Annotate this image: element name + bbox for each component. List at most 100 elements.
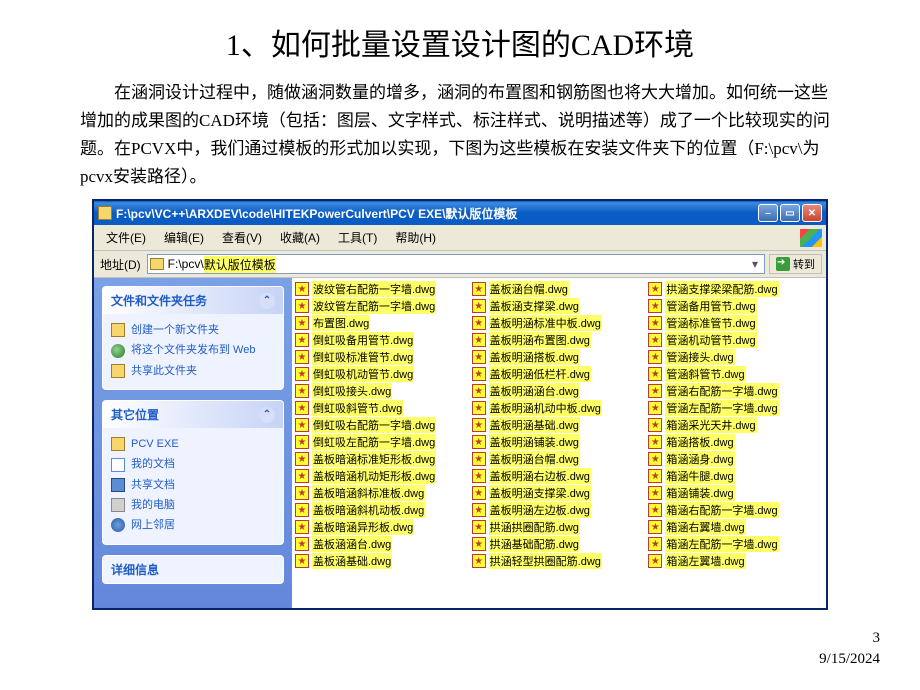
files-pane[interactable]: 波纹管右配筋一字墙.dwg波纹管左配筋一字墙.dwg布置图.dwg倒虹吸备用管节…: [292, 278, 826, 608]
file-item[interactable]: 波纹管右配筋一字墙.dwg: [294, 280, 471, 297]
file-column-3: 拱涵支撑梁梁配筋.dwg管涵备用管节.dwg管涵标准管节.dwg管涵机动管节.d…: [647, 280, 824, 606]
menu-file[interactable]: 文件(E): [98, 227, 154, 248]
dwg-file-icon: [472, 469, 486, 483]
file-item[interactable]: 倒虹吸机动管节.dwg: [294, 365, 471, 382]
task-new-folder[interactable]: 创建一个新文件夹: [111, 320, 275, 340]
file-item[interactable]: 盖板明涵搭板.dwg: [471, 348, 648, 365]
chevron-up-icon[interactable]: ⌃: [259, 293, 275, 309]
file-item[interactable]: 管涵斜管节.dwg: [647, 365, 824, 382]
file-item[interactable]: 盖板暗涵斜标准板.dwg: [294, 484, 471, 501]
file-item[interactable]: 盖板明涵支撑梁.dwg: [471, 484, 648, 501]
place-pcv-exe[interactable]: PCV EXE: [111, 434, 275, 454]
file-item[interactable]: 箱涵左翼墙.dwg: [647, 552, 824, 569]
file-item[interactable]: 盖板明涵标准中板.dwg: [471, 314, 648, 331]
file-name: 管涵机动管节.dwg: [665, 332, 756, 348]
file-item[interactable]: 倒虹吸标准管节.dwg: [294, 348, 471, 365]
file-item[interactable]: 拱涵支撑梁梁配筋.dwg: [647, 280, 824, 297]
menu-favorites[interactable]: 收藏(A): [272, 227, 328, 248]
file-item[interactable]: 箱涵铺装.dwg: [647, 484, 824, 501]
file-item[interactable]: 盖板暗涵斜机动板.dwg: [294, 501, 471, 518]
slide-title: 1、如何批量设置设计图的CAD环境: [0, 0, 920, 79]
task-share-folder[interactable]: 共享此文件夹: [111, 361, 275, 381]
other-places-panel: 其它位置 ⌃ PCV EXE 我的文档 共享文档: [102, 400, 284, 544]
address-prefix: F:\pcv\: [168, 257, 204, 271]
menu-edit[interactable]: 编辑(E): [156, 227, 212, 248]
dwg-file-icon: [295, 316, 309, 330]
file-item[interactable]: 盖板涵台帽.dwg: [471, 280, 648, 297]
tasks-header[interactable]: 文件和文件夹任务 ⌃: [103, 287, 283, 314]
file-item[interactable]: 拱涵基础配筋.dwg: [471, 535, 648, 552]
file-item[interactable]: 管涵标准管节.dwg: [647, 314, 824, 331]
file-item[interactable]: 管涵接头.dwg: [647, 348, 824, 365]
menu-view[interactable]: 查看(V): [214, 227, 270, 248]
task-publish-web[interactable]: 将这个文件夹发布到 Web: [111, 340, 275, 360]
file-item[interactable]: 盖板明涵布置图.dwg: [471, 331, 648, 348]
place-shared-documents[interactable]: 共享文档: [111, 475, 275, 495]
file-name: 波纹管右配筋一字墙.dwg: [312, 281, 436, 297]
menu-help[interactable]: 帮助(H): [387, 227, 444, 248]
place-my-computer[interactable]: 我的电脑: [111, 495, 275, 515]
file-item[interactable]: 波纹管左配筋一字墙.dwg: [294, 297, 471, 314]
file-item[interactable]: 盖板明涵左边板.dwg: [471, 501, 648, 518]
minimize-button[interactable]: –: [758, 204, 778, 222]
file-item[interactable]: 管涵左配筋一字墙.dwg: [647, 399, 824, 416]
dwg-file-icon: [295, 554, 309, 568]
dwg-file-icon: [472, 367, 486, 381]
file-item[interactable]: 盖板涵基础.dwg: [294, 552, 471, 569]
file-item[interactable]: 管涵备用管节.dwg: [647, 297, 824, 314]
dwg-file-icon: [472, 316, 486, 330]
file-item[interactable]: 盖板涵支撑梁.dwg: [471, 297, 648, 314]
other-places-header[interactable]: 其它位置 ⌃: [103, 401, 283, 428]
file-item[interactable]: 管涵机动管节.dwg: [647, 331, 824, 348]
file-item[interactable]: 倒虹吸备用管节.dwg: [294, 331, 471, 348]
dwg-file-icon: [472, 282, 486, 296]
file-item[interactable]: 倒虹吸接头.dwg: [294, 382, 471, 399]
file-item[interactable]: 盖板暗涵标准矩形板.dwg: [294, 450, 471, 467]
file-item[interactable]: 盖板明涵机动中板.dwg: [471, 399, 648, 416]
address-field[interactable]: F:\pcv\默认版位模板 ▾: [147, 254, 765, 274]
dwg-file-icon: [295, 401, 309, 415]
dwg-file-icon: [295, 520, 309, 534]
file-item[interactable]: 盖板暗涵机动矩形板.dwg: [294, 467, 471, 484]
menu-tools[interactable]: 工具(T): [330, 227, 385, 248]
place-my-documents[interactable]: 我的文档: [111, 454, 275, 474]
file-item[interactable]: 箱涵搭板.dwg: [647, 433, 824, 450]
file-item[interactable]: 盖板涵涵台.dwg: [294, 535, 471, 552]
file-item[interactable]: 箱涵右配筋一字墙.dwg: [647, 501, 824, 518]
file-item[interactable]: 盖板明涵右边板.dwg: [471, 467, 648, 484]
dwg-file-icon: [472, 554, 486, 568]
file-item[interactable]: 盖板明涵铺装.dwg: [471, 433, 648, 450]
file-item[interactable]: 盖板明涵基础.dwg: [471, 416, 648, 433]
details-header[interactable]: 详细信息: [103, 556, 283, 583]
file-item[interactable]: 盖板明涵台帽.dwg: [471, 450, 648, 467]
go-button[interactable]: 转到: [769, 254, 822, 274]
file-item[interactable]: 箱涵左配筋一字墙.dwg: [647, 535, 824, 552]
close-button[interactable]: ✕: [802, 204, 822, 222]
file-name: 箱涵涵身.dwg: [665, 451, 734, 467]
chevron-down-icon[interactable]: ▾: [748, 257, 762, 271]
file-item[interactable]: 倒虹吸左配筋一字墙.dwg: [294, 433, 471, 450]
chevron-up-icon[interactable]: ⌃: [259, 407, 275, 423]
file-item[interactable]: 倒虹吸斜管节.dwg: [294, 399, 471, 416]
file-item[interactable]: 盖板明涵涵台.dwg: [471, 382, 648, 399]
file-item[interactable]: 倒虹吸右配筋一字墙.dwg: [294, 416, 471, 433]
file-item[interactable]: 拱涵轻型拱圈配筋.dwg: [471, 552, 648, 569]
file-name: 盖板明涵搭板.dwg: [489, 349, 580, 365]
file-item[interactable]: 布置图.dwg: [294, 314, 471, 331]
dwg-file-icon: [472, 435, 486, 449]
place-network[interactable]: 网上邻居: [111, 515, 275, 535]
file-name: 管涵备用管节.dwg: [665, 298, 756, 314]
dwg-file-icon: [295, 384, 309, 398]
file-item[interactable]: 箱涵涵身.dwg: [647, 450, 824, 467]
file-item[interactable]: 管涵右配筋一字墙.dwg: [647, 382, 824, 399]
file-item[interactable]: 箱涵采光天井.dwg: [647, 416, 824, 433]
details-panel: 详细信息: [102, 555, 284, 584]
dwg-file-icon: [648, 282, 662, 296]
maximize-button[interactable]: ▭: [780, 204, 800, 222]
file-item[interactable]: 盖板明涵低栏杆.dwg: [471, 365, 648, 382]
dwg-file-icon: [648, 486, 662, 500]
file-item[interactable]: 盖板暗涵异形板.dwg: [294, 518, 471, 535]
file-item[interactable]: 箱涵牛腿.dwg: [647, 467, 824, 484]
file-item[interactable]: 箱涵右翼墙.dwg: [647, 518, 824, 535]
file-item[interactable]: 拱涵拱圈配筋.dwg: [471, 518, 648, 535]
